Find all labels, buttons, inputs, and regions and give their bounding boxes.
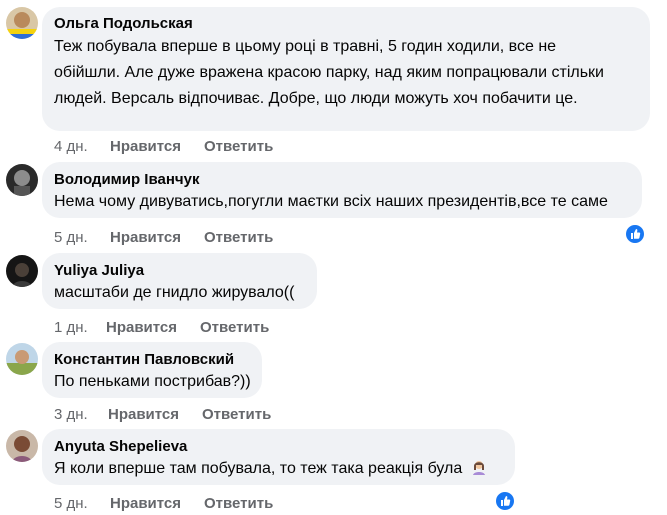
woman-shrugging-icon xyxy=(471,459,487,475)
comment-author[interactable]: Константин Павловский xyxy=(54,350,250,370)
comment-actions: 1 дн. Нравится Ответить xyxy=(54,318,269,338)
comment-author[interactable]: Yuliya Juliya xyxy=(54,261,305,281)
comment-actions: 5 дн. Нравится Ответить xyxy=(54,494,273,514)
like-button[interactable]: Нравится xyxy=(106,318,200,338)
avatar[interactable] xyxy=(6,255,38,287)
avatar[interactable] xyxy=(6,7,38,39)
avatar[interactable] xyxy=(6,164,38,196)
like-button[interactable]: Нравится xyxy=(110,494,204,514)
reply-button[interactable]: Ответить xyxy=(204,494,273,514)
comment-actions: 3 дн. Нравится Ответить xyxy=(54,405,271,425)
comment-time[interactable]: 4 дн. xyxy=(54,137,110,157)
comment-author[interactable]: Ольга Подольская xyxy=(54,14,638,34)
like-button[interactable]: Нравится xyxy=(108,405,202,425)
comment-author[interactable]: Володимир Іванчук xyxy=(54,170,630,190)
comment-text: масштаби де гнидло жирувало(( xyxy=(54,284,295,301)
comment-time[interactable]: 5 дн. xyxy=(54,494,110,514)
like-icon[interactable] xyxy=(624,223,646,245)
comment-text: По пеньками пострибав?)) xyxy=(54,373,251,390)
comment-bubble: Константин Павловский По пеньками постри… xyxy=(42,342,262,398)
avatar[interactable] xyxy=(6,343,38,375)
reply-button[interactable]: Ответить xyxy=(204,137,273,157)
comment-text: Нема чому дивуватись,погугли маєтки всіх… xyxy=(54,193,608,210)
comment-time[interactable]: 1 дн. xyxy=(54,318,106,338)
reply-button[interactable]: Ответить xyxy=(202,405,271,425)
comment-text: Я коли вперше там побувала, то теж така … xyxy=(54,457,503,481)
like-button[interactable]: Нравится xyxy=(110,228,204,248)
comment-text: Теж побувала вперше в цьому році в травн… xyxy=(54,38,604,107)
reply-button[interactable]: Ответить xyxy=(200,318,269,338)
comment-bubble: Yuliya Juliya масштаби де гнидло жирувал… xyxy=(42,253,317,309)
comment-time[interactable]: 3 дн. xyxy=(54,405,108,425)
reply-button[interactable]: Ответить xyxy=(204,228,273,248)
comment-bubble: Володимир Іванчук Нема чому дивуватись,п… xyxy=(42,162,642,218)
like-button[interactable]: Нравится xyxy=(110,137,204,157)
comment-time[interactable]: 5 дн. xyxy=(54,228,110,248)
like-icon[interactable] xyxy=(494,490,516,512)
comment-actions: 5 дн. Нравится Ответить xyxy=(54,228,273,248)
avatar[interactable] xyxy=(6,430,38,462)
comment-actions: 4 дн. Нравится Ответить xyxy=(54,137,273,157)
comment-bubble: Ольга Подольская Теж побувала вперше в ц… xyxy=(42,7,650,131)
comment-text-content: Я коли вперше там побувала, то теж така … xyxy=(54,460,463,477)
comment-bubble: Anyuta Shepelieva Я коли вперше там побу… xyxy=(42,429,515,485)
comment-author[interactable]: Anyuta Shepelieva xyxy=(54,437,503,457)
